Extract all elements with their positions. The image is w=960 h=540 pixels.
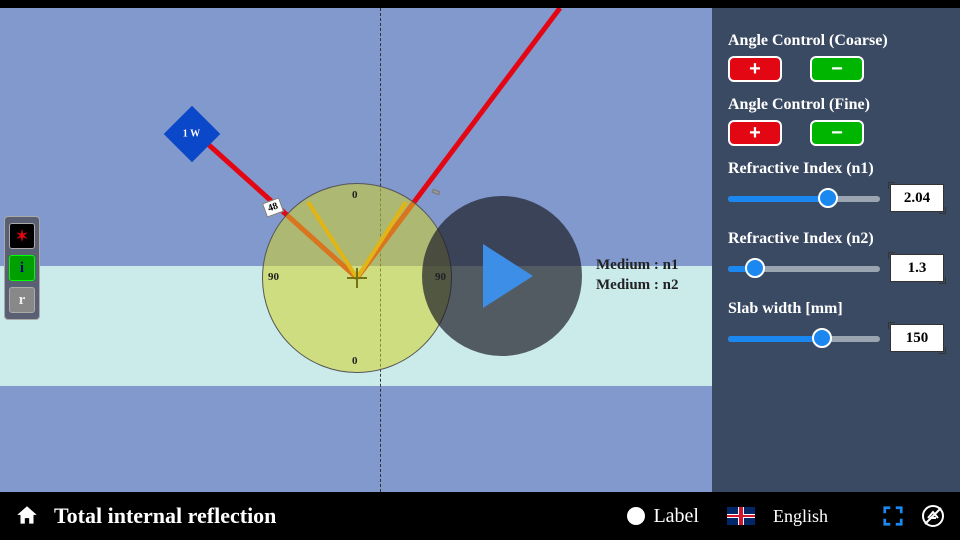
page-title: Total internal reflection — [54, 503, 276, 529]
fine-plus-button[interactable]: + — [728, 120, 782, 146]
n2-slider[interactable] — [728, 258, 880, 278]
slab-slider[interactable] — [728, 328, 880, 348]
fullscreen-icon — [882, 505, 904, 527]
coarse-label: Angle Control (Coarse) — [728, 32, 944, 50]
light-source-label: 1 W — [183, 128, 200, 139]
simulation-area: 0 0 90 90 48 1 W Medium : n1 Medium : n2… — [0, 8, 712, 492]
reset-icon: r — [19, 292, 26, 309]
flag-icon — [727, 507, 755, 525]
slider-fill — [728, 336, 822, 342]
fine-minus-button[interactable]: − — [810, 120, 864, 146]
label-toggle[interactable] — [627, 507, 645, 525]
info-button[interactable]: i — [9, 255, 35, 281]
coarse-minus-button[interactable]: − — [810, 56, 864, 82]
fine-label: Angle Control (Fine) — [728, 96, 944, 114]
bottom-bar: Total internal reflection Label English — [0, 492, 960, 540]
label-toggle-text: Label — [653, 505, 699, 528]
home-icon — [14, 503, 40, 529]
protractor-tick-bottom: 0 — [352, 355, 358, 367]
info-icon: i — [20, 260, 24, 277]
n1-label: Refractive Index (n1) — [728, 160, 944, 178]
coarse-plus-button[interactable]: + — [728, 56, 782, 82]
slider-thumb[interactable] — [818, 188, 838, 208]
n1-slider[interactable] — [728, 188, 880, 208]
slider-fill — [728, 196, 828, 202]
home-button[interactable] — [14, 503, 40, 529]
annotation-toggle-button[interactable] — [920, 503, 946, 529]
slider-thumb[interactable] — [745, 258, 765, 278]
n1-value[interactable]: 2.04 — [890, 184, 944, 212]
slider-thumb[interactable] — [812, 328, 832, 348]
left-toolbox: ✶ i r — [4, 216, 40, 320]
laser-icon: ✶ — [16, 227, 29, 246]
app-stage: 0 0 90 90 48 1 W Medium : n1 Medium : n2… — [0, 0, 960, 540]
reset-button[interactable]: r — [9, 287, 35, 313]
n2-value[interactable]: 1.3 — [890, 254, 944, 282]
slab-label: Slab width [mm] — [728, 300, 944, 318]
language-selector[interactable]: English — [773, 506, 828, 527]
annotation-off-icon — [921, 504, 945, 528]
window-titlebar — [0, 0, 960, 8]
slab-value[interactable]: 150 — [890, 324, 944, 352]
play-button[interactable] — [422, 196, 582, 356]
medium-n2-label: Medium : n2 — [596, 276, 679, 296]
n2-label: Refractive Index (n2) — [728, 230, 944, 248]
protractor-tick-left: 90 — [268, 271, 279, 283]
medium-n1-label: Medium : n1 — [596, 256, 679, 276]
fullscreen-button[interactable] — [880, 503, 906, 529]
protractor-tick-top: 0 — [352, 189, 358, 201]
laser-tool-button[interactable]: ✶ — [9, 223, 35, 249]
medium-labels: Medium : n1 Medium : n2 — [596, 256, 679, 295]
control-panel: Angle Control (Coarse) + − Angle Control… — [712, 8, 960, 492]
play-icon — [483, 244, 533, 308]
